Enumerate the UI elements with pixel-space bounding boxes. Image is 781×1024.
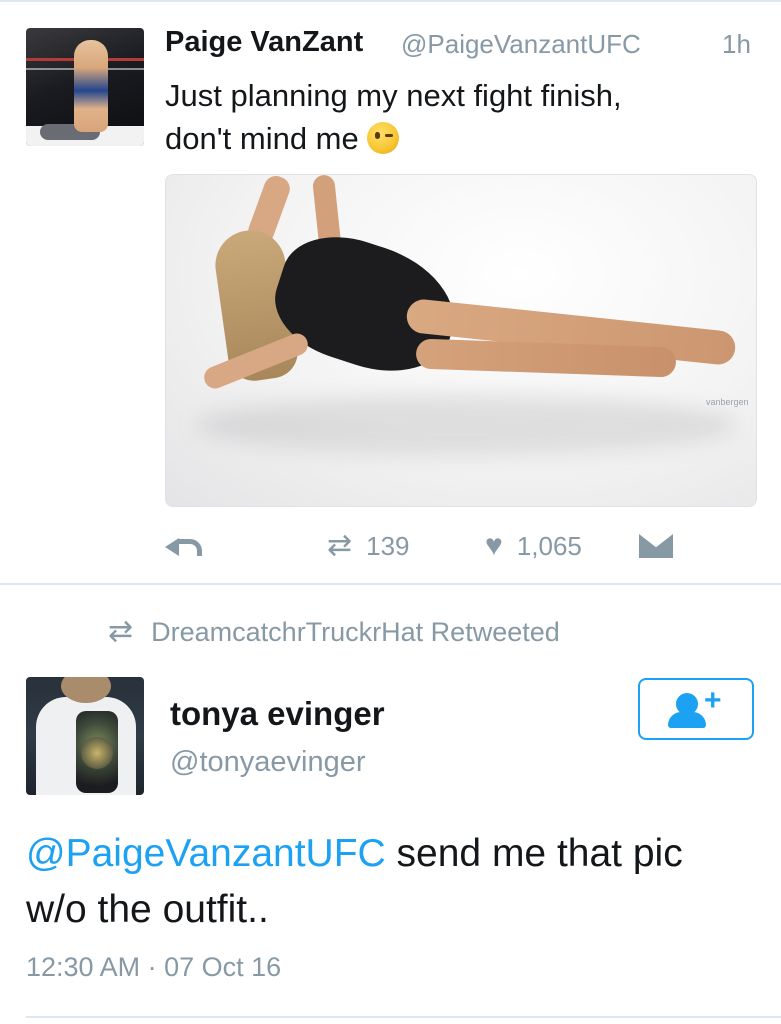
retweet-icon: ⇄	[108, 615, 134, 648]
avatar[interactable]	[26, 677, 144, 795]
follow-user-icon-body	[668, 712, 706, 728]
photo-watermark: vanbergen	[706, 397, 749, 407]
retweet-button[interactable]: ⇄ 139	[327, 524, 410, 568]
heart-icon: ♥	[485, 529, 503, 562]
avatar[interactable]	[26, 28, 144, 146]
tweet-text-segment: send me that pic	[385, 832, 683, 875]
belt-plate	[81, 737, 113, 769]
bottom-divider	[26, 1016, 781, 1018]
tweet-time[interactable]: 1h	[722, 29, 751, 60]
reply-icon	[165, 533, 202, 559]
retweet-context[interactable]: ⇄ DreamcatchrTruckrHat Retweeted	[108, 614, 560, 650]
fighter-figure	[74, 40, 108, 132]
author-handle[interactable]: @tonyaevinger	[170, 746, 366, 779]
tweet-photo[interactable]: vanbergen	[165, 174, 757, 507]
like-button[interactable]: ♥ 1,065	[485, 524, 582, 568]
author-name[interactable]: Paige VanZant	[165, 26, 363, 59]
mention-link[interactable]: @PaigeVanzantUFC	[26, 832, 386, 875]
winking-face-emoji-icon	[366, 122, 399, 154]
tweet-divider	[0, 583, 781, 585]
tweet-text-line: Just planning my next fight finish,	[165, 78, 622, 113]
like-count: 1,065	[516, 530, 582, 561]
follow-button[interactable]: +	[638, 678, 754, 740]
tweet-card[interactable]: Paige VanZant @PaigeVanzantUFC 1h Just p…	[0, 0, 781, 584]
envelope-icon	[639, 534, 673, 558]
tweet-text-line: @PaigeVanzantUFC send me that pic	[26, 826, 761, 882]
tweet-text: @PaigeVanzantUFC send me that pic w/o th…	[26, 826, 761, 938]
tweet-text-line: don't mind me	[165, 117, 765, 160]
plus-icon: +	[704, 684, 722, 717]
direct-message-button[interactable]	[639, 524, 673, 568]
tweet-text-segment: don't mind me	[165, 121, 359, 156]
tweet-timestamp[interactable]: 12:30 AM · 07 Oct 16	[26, 952, 281, 983]
retweet-count: 139	[366, 530, 410, 561]
author-name[interactable]: tonya evinger	[170, 695, 385, 733]
tweet-actions: ⇄ 139 ♥ 1,065	[165, 524, 755, 568]
author-handle[interactable]: @PaigeVanzantUFC	[401, 29, 641, 60]
reply-button[interactable]	[165, 524, 202, 568]
tweet-text-line: w/o the outfit..	[26, 888, 269, 931]
retweet-context-label: DreamcatchrTruckrHat Retweeted	[151, 616, 560, 647]
photo-shadow	[196, 395, 736, 455]
retweet-icon: ⇄	[327, 529, 353, 562]
tweet-text: Just planning my next fight finish, don'…	[165, 74, 765, 160]
